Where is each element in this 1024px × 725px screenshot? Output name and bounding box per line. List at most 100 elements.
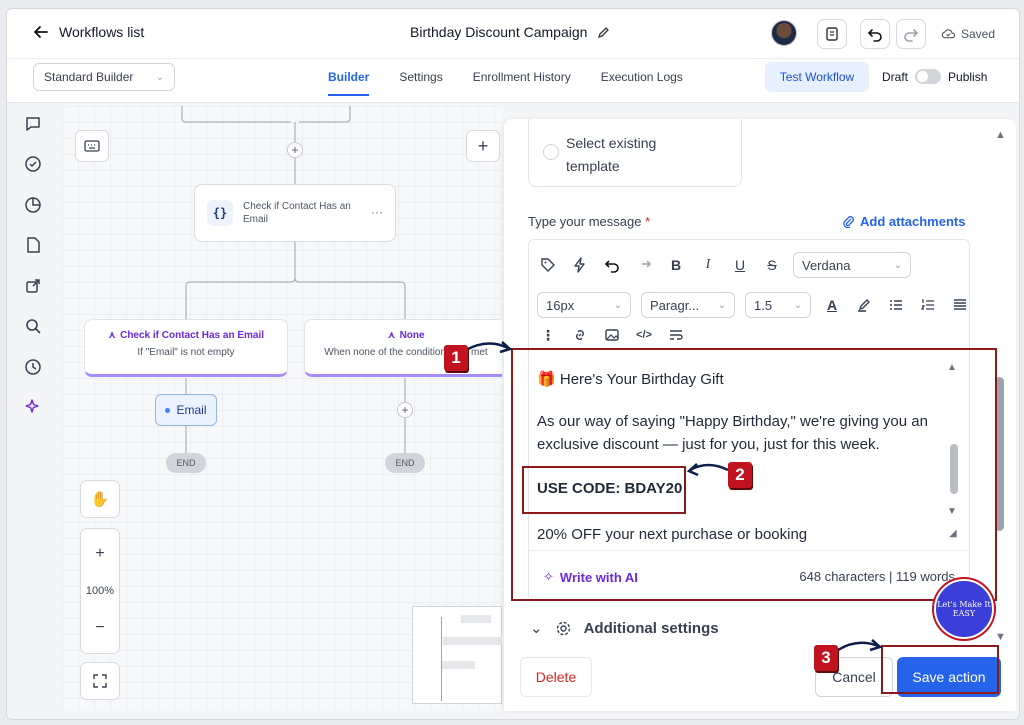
strikethrough-icon[interactable]: S bbox=[761, 254, 783, 276]
avatar[interactable] bbox=[771, 20, 797, 46]
zoom-level: 100% bbox=[85, 585, 115, 597]
link-icon[interactable] bbox=[569, 324, 591, 346]
branch-icon: ⋏ bbox=[387, 330, 396, 341]
more-vertical-icon[interactable]: ⋮ bbox=[537, 324, 559, 346]
chevron-down-icon: ⌄ bbox=[613, 299, 622, 311]
delete-button[interactable]: Delete bbox=[520, 657, 592, 697]
test-workflow-button[interactable]: Test Workflow bbox=[765, 62, 869, 92]
gear-icon bbox=[556, 621, 570, 635]
paragraph-select[interactable]: Paragr... ⌄ bbox=[641, 292, 735, 318]
external-link-icon[interactable] bbox=[24, 277, 42, 295]
branch-none[interactable]: ⋏ None When none of the conditions are m… bbox=[304, 319, 502, 377]
workflow-canvas[interactable]: + + {} Check if Contact Has an Email ···… bbox=[62, 106, 502, 710]
font-family-select[interactable]: Verdana ⌄ bbox=[793, 252, 911, 278]
annotation-badge-2: 2 bbox=[728, 462, 752, 488]
code-icon[interactable]: </> bbox=[633, 324, 655, 346]
fit-view-button[interactable] bbox=[80, 662, 120, 700]
highlighter-icon[interactable] bbox=[853, 294, 875, 316]
chevron-down-icon: ⌄ bbox=[530, 620, 543, 637]
tab-execution-logs[interactable]: Execution Logs bbox=[601, 70, 683, 96]
toolbar-row-3: ⋮ </> bbox=[537, 324, 687, 346]
back-to-workflows-link[interactable]: Workflows list bbox=[33, 24, 144, 40]
image-icon[interactable] bbox=[601, 324, 623, 346]
notes-button[interactable] bbox=[817, 19, 847, 49]
template-radio[interactable] bbox=[543, 144, 559, 160]
tab-enrollment-history[interactable]: Enrollment History bbox=[473, 70, 571, 96]
message-label-text: Type your message bbox=[528, 214, 642, 229]
cloud-check-icon bbox=[941, 29, 956, 39]
check-circle-icon[interactable] bbox=[24, 155, 42, 173]
undo-icon[interactable] bbox=[601, 254, 623, 276]
add-node-button[interactable]: + bbox=[466, 130, 500, 162]
zoom-in-button[interactable]: + bbox=[95, 545, 104, 563]
workflow-title[interactable]: Birthday Discount Campaign bbox=[410, 24, 611, 40]
chevron-down-icon: ⌄ bbox=[717, 299, 726, 311]
template-option-label: Select existing template bbox=[566, 135, 657, 174]
more-options-icon[interactable]: ··· bbox=[371, 205, 383, 219]
toolbar-row-2: 16px ⌄ Paragr... ⌄ 1.5 ⌄ A bbox=[537, 292, 971, 318]
paperclip-icon bbox=[843, 216, 854, 228]
bold-icon[interactable]: B bbox=[665, 254, 687, 276]
existing-template-option[interactable]: Select existing template bbox=[528, 119, 742, 187]
sparkle-icon[interactable] bbox=[24, 398, 42, 416]
tag-icon[interactable] bbox=[537, 254, 559, 276]
font-family-value: Verdana bbox=[802, 257, 851, 273]
branch-none-subtitle: When none of the conditions are met bbox=[324, 347, 488, 358]
redo-icon[interactable] bbox=[633, 254, 655, 276]
branch-has-email[interactable]: ⋏ Check if Contact Has an Email If "Emai… bbox=[84, 319, 288, 377]
publish-label: Publish bbox=[948, 69, 988, 84]
redo-button[interactable] bbox=[896, 19, 926, 49]
text-wrap-icon[interactable] bbox=[665, 324, 687, 346]
document-icon bbox=[826, 27, 838, 41]
saved-status: Saved bbox=[941, 26, 995, 41]
zoom-out-button[interactable]: − bbox=[95, 619, 104, 637]
minimap[interactable] bbox=[412, 606, 502, 704]
bullet-list-icon[interactable] bbox=[885, 294, 907, 316]
sub-bar: Standard Builder ⌄ Builder Settings Enro… bbox=[7, 59, 1019, 103]
search-icon[interactable] bbox=[24, 317, 42, 335]
numbered-list-icon[interactable] bbox=[917, 294, 939, 316]
panel-scroll-down[interactable]: ▼ bbox=[995, 631, 1006, 643]
additional-settings-label: Additional settings bbox=[583, 619, 719, 637]
hand-icon: ✋ bbox=[90, 491, 110, 508]
line-height-value: 1.5 bbox=[754, 297, 773, 313]
line-height-select[interactable]: 1.5 ⌄ bbox=[745, 292, 811, 318]
condition-node[interactable]: {} Check if Contact Has an Email ··· bbox=[194, 184, 396, 242]
additional-settings-toggle[interactable]: ⌄ Additional settings bbox=[530, 619, 719, 638]
back-label: Workflows list bbox=[59, 24, 145, 40]
add-step-plus[interactable]: + bbox=[397, 402, 413, 418]
branch-icon: ⋏ bbox=[107, 330, 117, 341]
pan-hand-button[interactable]: ✋ bbox=[80, 480, 120, 518]
font-size-select[interactable]: 16px ⌄ bbox=[537, 292, 631, 318]
branch-has-email-title: ⋏ Check if Contact Has an Email bbox=[85, 330, 287, 341]
pencil-icon[interactable] bbox=[597, 25, 611, 39]
keyboard-shortcuts-button[interactable] bbox=[75, 130, 109, 162]
file-icon[interactable] bbox=[24, 236, 42, 254]
attach-label: Add attachments bbox=[860, 214, 966, 229]
publish-toggle[interactable] bbox=[915, 69, 942, 84]
chevron-down-icon: ⌄ bbox=[155, 71, 164, 83]
lightning-icon[interactable] bbox=[569, 254, 591, 276]
text-color-icon[interactable]: A bbox=[821, 294, 843, 316]
italic-icon[interactable]: I bbox=[697, 254, 719, 276]
add-step-plus[interactable]: + bbox=[287, 142, 303, 158]
undo-button[interactable] bbox=[860, 19, 890, 49]
pie-chart-icon[interactable] bbox=[24, 196, 42, 214]
underline-icon[interactable]: U bbox=[729, 254, 751, 276]
tab-builder[interactable]: Builder bbox=[328, 70, 370, 96]
builder-select-value: Standard Builder bbox=[44, 70, 134, 84]
chat-icon[interactable] bbox=[24, 115, 42, 133]
chevron-down-icon: ⌄ bbox=[793, 299, 802, 311]
tab-settings[interactable]: Settings bbox=[399, 70, 442, 96]
builder-type-select[interactable]: Standard Builder ⌄ bbox=[33, 63, 175, 91]
workflow-title-text: Birthday Discount Campaign bbox=[410, 24, 588, 40]
publish-toggle-row: Draft Publish bbox=[882, 69, 987, 84]
panel-scroll-up[interactable]: ▲ bbox=[995, 129, 1006, 141]
align-icon[interactable] bbox=[949, 294, 971, 316]
redo-icon bbox=[904, 29, 919, 42]
add-attachments-link[interactable]: Add attachments bbox=[842, 214, 965, 229]
condition-node-label: Check if Contact Has an Email bbox=[243, 201, 351, 225]
email-action-node[interactable]: Email bbox=[155, 394, 217, 426]
message-label: Type your message * bbox=[528, 214, 650, 229]
history-icon[interactable] bbox=[24, 358, 42, 376]
